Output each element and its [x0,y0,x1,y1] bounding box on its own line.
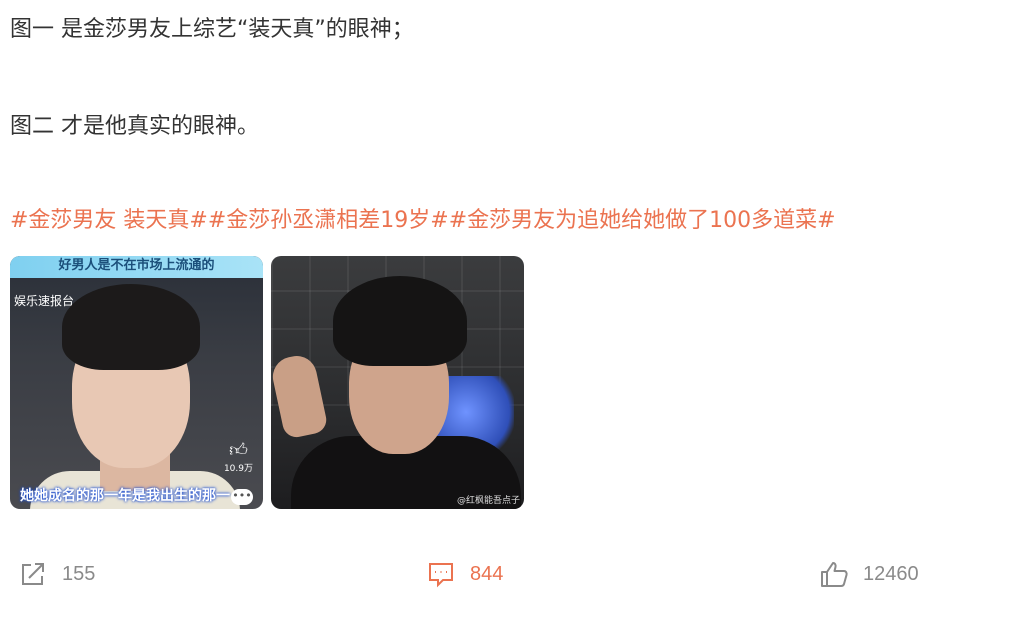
hashtag-link[interactable]: #金莎孙丞潇相差19岁# [208,208,449,233]
thumbs-up-icon [819,559,849,589]
image-watermark: @红枫能吾点子 [456,496,520,506]
thumbs-up-icon: 👍︎ [229,440,248,461]
image-like-badge: 👍︎ 10.9万 [224,442,253,478]
post-text-line-2: 图二 才是他真实的眼神。 [10,114,259,139]
more-icon: ••• [231,489,253,505]
hashtag-list: #金莎男友 装天真##金莎孙丞潇相差19岁##金莎男友为追她给她做了100多道菜… [10,207,836,235]
hashtag-link[interactable]: #金莎男友为追她给她做了100多道菜# [449,208,836,233]
share-button[interactable]: 155 [18,558,95,590]
comment-count: 844 [470,562,504,585]
image-subtitle: 她她成名的那一年是我出生的那一 [20,488,230,504]
like-button[interactable]: 12460 [819,558,919,590]
image-like-count: 10.9万 [223,464,253,474]
person-hair [333,276,467,366]
like-count: 12460 [863,562,919,585]
hashtag-link[interactable]: #金莎男友 装天真# [10,208,208,233]
share-icon [18,559,48,589]
person-hair [62,284,200,370]
post-image-2[interactable]: @红枫能吾点子 [271,256,524,509]
post-text-line-1: 图一 是金莎男友上综艺“装天真”的眼神； [10,17,414,42]
share-count: 155 [62,562,96,585]
comment-icon [426,559,456,589]
image-source-label: 娱乐速报台 [14,294,75,308]
comment-button[interactable]: 844 [426,558,503,590]
image-banner-text: 好男人是不在市场上流通的 [10,256,263,278]
post-image-1[interactable]: 好男人是不在市场上流通的 娱乐速报台 👍︎ 10.9万 她她成名的那一年是我出生… [10,256,263,509]
